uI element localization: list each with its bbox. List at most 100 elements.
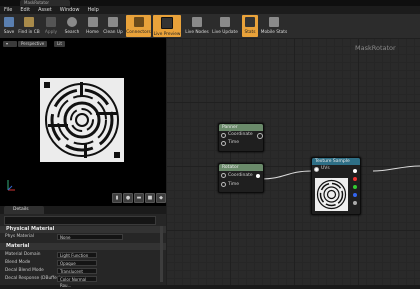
live-update-icon (220, 17, 230, 27)
menu-help[interactable]: Help (87, 7, 98, 13)
search-label: Search (64, 30, 80, 35)
viewport-menu-button[interactable]: ▾ (3, 41, 17, 47)
material-preview (40, 78, 124, 162)
plane-icon[interactable]: ▬ (134, 193, 144, 203)
blend-mode-label: Blend Mode (5, 260, 31, 265)
rgb-output-pin[interactable] (353, 169, 357, 173)
menu-edit[interactable]: Edit (20, 7, 30, 13)
stats-button[interactable]: Stats (242, 15, 258, 37)
save-button[interactable]: Save (2, 15, 16, 37)
cube-icon[interactable]: ■ (145, 193, 155, 203)
texture-thumbnail (315, 178, 348, 211)
details-scrollbar[interactable] (160, 226, 163, 282)
decal-response-select[interactable]: Color Normal Rou... (57, 276, 97, 288)
a-output-pin[interactable] (353, 201, 357, 205)
pin-icon (314, 167, 319, 172)
phys-material-label: Phys Material (5, 234, 34, 239)
cylinder-icon[interactable]: ▮ (112, 193, 122, 203)
details-tab[interactable]: Details (4, 206, 44, 214)
live-nodes-label: Live Nodes (185, 30, 209, 35)
prop-phys-material: Phys Material None (0, 233, 166, 242)
material-domain-label: Material Domain (5, 252, 41, 257)
search-button[interactable]: Search (63, 15, 81, 37)
connectors-icon (133, 17, 144, 27)
material-domain-select[interactable]: Light Function (57, 252, 97, 258)
pin-icon (221, 133, 226, 138)
editor-tab-label: MaskRotator (24, 0, 50, 5)
find-in-cb-icon (24, 17, 34, 27)
panner-time-pin[interactable]: Time (219, 139, 263, 147)
panner-node[interactable]: Panner Coordinate Time (218, 123, 264, 152)
pin-icon (221, 173, 226, 178)
details-search-input[interactable] (4, 216, 156, 225)
find-in-cb-label: Find in CB (18, 30, 40, 35)
panner-node-title: Panner (219, 124, 263, 131)
live-preview-icon (161, 17, 173, 29)
home-button[interactable]: Home (84, 15, 101, 37)
panner-output-pin[interactable] (257, 133, 263, 139)
section-physical-material-label: Physical Material (6, 226, 55, 232)
sphere-icon[interactable]: ● (123, 193, 133, 203)
section-material-label: Material (6, 243, 30, 249)
home-icon (87, 17, 98, 27)
prop-decal-response: Decal Response (DBuffer) Color Normal Ro… (0, 275, 166, 288)
search-icon (67, 17, 77, 27)
axis-gizmo (7, 180, 15, 191)
pin-icon (221, 141, 226, 146)
section-physical-material[interactable]: Physical Material (0, 226, 166, 233)
rotator-time-label: Time (228, 182, 240, 187)
ring-mask-preview (44, 82, 120, 158)
rotator-node[interactable]: Rotator Coordinate Time (218, 163, 264, 193)
live-update-button[interactable]: Live Update (212, 15, 238, 37)
rotator-time-pin[interactable]: Time (219, 180, 263, 189)
b-output-pin[interactable] (353, 193, 357, 197)
mobile-stats-icon (269, 17, 279, 27)
texture-sample-title: Texture Sample (312, 158, 360, 165)
apply-label: Apply (44, 30, 58, 35)
clean-up-label: Clean Up (103, 30, 123, 35)
menu-bar: File Edit Asset Window Help (0, 6, 420, 14)
save-label: Save (3, 30, 15, 35)
panner-time-label: Time (228, 140, 240, 145)
stats-icon (245, 17, 255, 27)
rotator-coordinate-label: Coordinate (228, 173, 253, 178)
find-in-cb-button[interactable]: Find in CB (18, 15, 40, 37)
panner-coordinate-label: Coordinate (228, 132, 253, 137)
ring-mask-thumbnail (316, 179, 347, 210)
live-preview-button[interactable]: Live Preview (153, 15, 181, 37)
blend-mode-select[interactable]: Opaque (57, 260, 97, 266)
live-nodes-button[interactable]: Live Nodes (185, 15, 209, 37)
graph-wires (259, 165, 420, 180)
texture-sample-node[interactable]: Texture Sample UVs (311, 157, 361, 215)
home-label: Home (86, 30, 99, 35)
rotator-output-pin[interactable] (256, 174, 260, 178)
apply-button[interactable]: Apply (43, 15, 59, 37)
menu-window[interactable]: Window (60, 7, 80, 13)
section-material[interactable]: Material (0, 243, 166, 250)
lit-button[interactable]: Lit (54, 41, 65, 47)
mobile-stats-button[interactable]: Mobile Stats (261, 15, 287, 37)
decal-blend-mode-label: Decal Blend Mode (5, 268, 44, 273)
live-preview-label: Live Preview (153, 32, 181, 37)
toolbar: Save Find in CB Apply Search Home Clean … (0, 14, 420, 39)
connectors-label: Connectors (126, 30, 151, 35)
details-tab-label: Details (13, 207, 29, 212)
g-output-pin[interactable] (353, 185, 357, 189)
phys-material-select[interactable]: None (57, 234, 123, 240)
rotator-node-title: Rotator (219, 164, 263, 171)
decal-blend-mode-select[interactable]: Translucent (57, 268, 97, 274)
mobile-stats-label: Mobile Stats (260, 30, 288, 35)
menu-file[interactable]: File (4, 7, 12, 13)
connectors-button[interactable]: Connectors (126, 15, 151, 37)
stats-label: Stats (244, 30, 256, 35)
menu-asset[interactable]: Asset (38, 7, 52, 13)
save-icon (4, 17, 14, 27)
perspective-button[interactable]: Perspective (18, 41, 48, 47)
clean-up-button[interactable]: Clean Up (103, 15, 123, 37)
teapot-icon[interactable]: ◆ (156, 193, 166, 203)
apply-icon (46, 17, 56, 27)
decal-response-label: Decal Response (DBuffer) (5, 276, 61, 281)
r-output-pin[interactable] (353, 177, 357, 181)
live-nodes-icon (192, 17, 202, 27)
texture-uvs-label: UVs (321, 166, 330, 171)
